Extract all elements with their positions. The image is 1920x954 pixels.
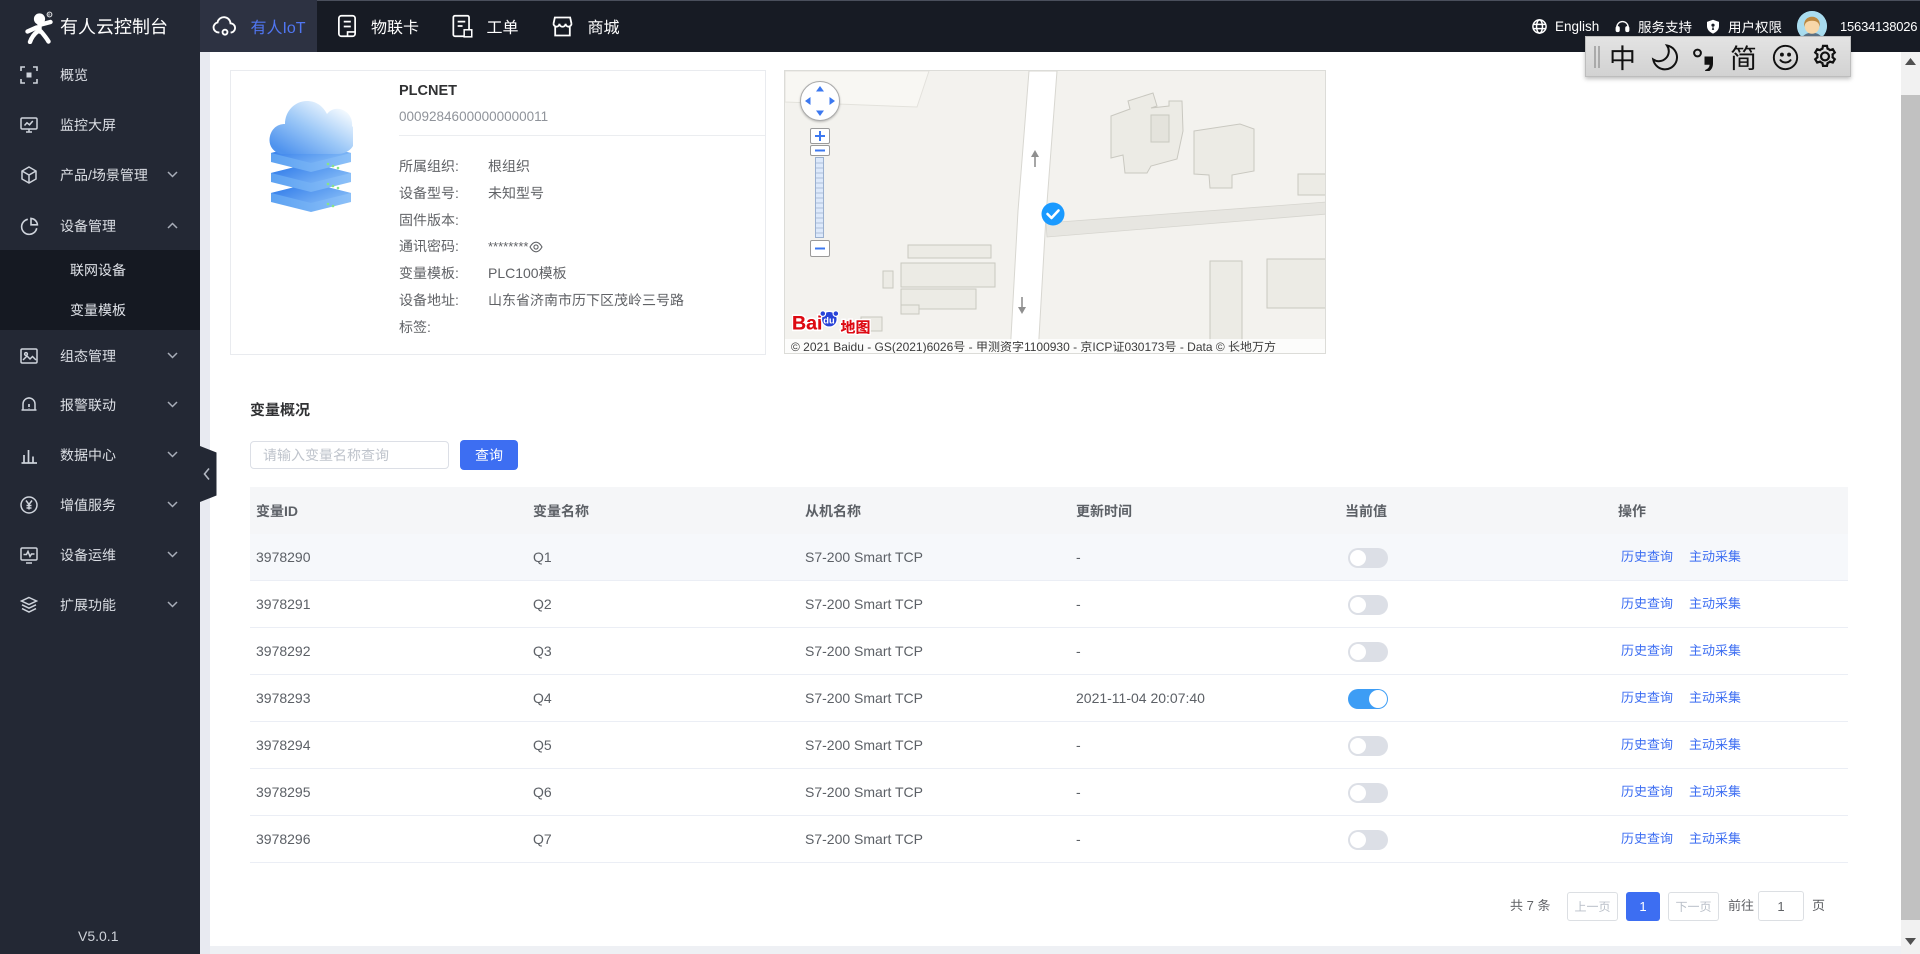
svg-text:du: du [823, 315, 835, 325]
svg-text:地图: 地图 [841, 316, 871, 336]
svg-text:Bai: Bai [792, 312, 823, 334]
